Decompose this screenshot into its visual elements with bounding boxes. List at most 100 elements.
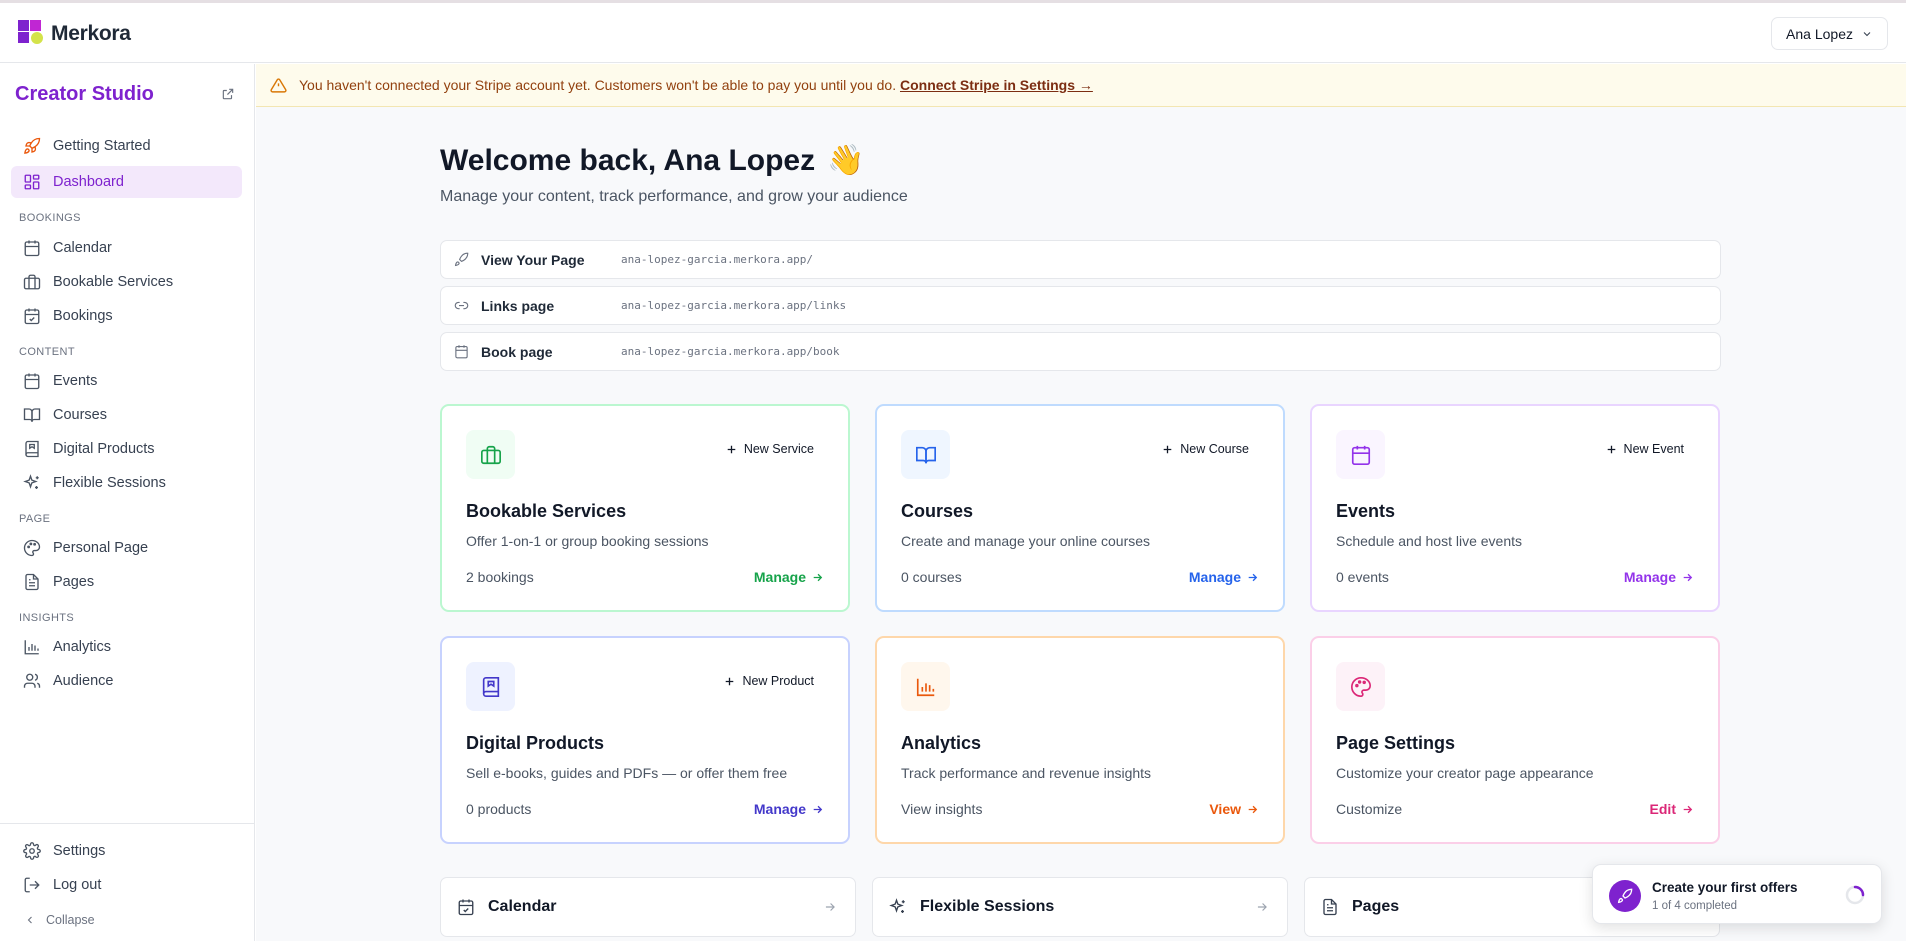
manage-button[interactable]: Manage	[1189, 569, 1259, 585]
top-bar: Merkora Ana Lopez	[0, 3, 1906, 63]
link-row-view-page[interactable]: View Your Page ana-lopez-garcia.merkora.…	[440, 240, 1721, 279]
collapse-button[interactable]: Collapse	[24, 910, 95, 930]
book-open-icon	[23, 406, 41, 424]
rocket-icon	[23, 137, 41, 155]
file-text-icon	[1321, 898, 1339, 916]
quick-link-label: Pages	[1352, 898, 1400, 915]
quick-link-calendar[interactable]: Calendar	[440, 877, 856, 937]
link-row-links-page[interactable]: Links page ana-lopez-garcia.merkora.app/…	[440, 286, 1721, 325]
external-link-icon[interactable]	[221, 87, 235, 101]
warning-icon	[270, 77, 287, 94]
action-label: Edit	[1649, 801, 1676, 817]
card-digital-products[interactable]: New Product Digital Products Sell e-book…	[440, 636, 850, 844]
arrow-right-icon	[811, 803, 824, 816]
sidebar-item-calendar[interactable]: Calendar	[11, 232, 242, 264]
card-description: Create and manage your online courses	[901, 533, 1151, 549]
link-url[interactable]: ana-lopez-garcia.merkora.app/book	[621, 345, 840, 358]
card-page-settings[interactable]: Page Settings Customize your creator pag…	[1310, 636, 1720, 844]
onboarding-toast[interactable]: Create your first offers 1 of 4 complete…	[1592, 864, 1882, 924]
sidebar-item-label: Log out	[53, 877, 102, 893]
sidebar-item-label: Settings	[53, 843, 106, 859]
sidebar-item-label: Calendar	[53, 240, 112, 256]
quick-link-label: Flexible Sessions	[920, 898, 1055, 915]
manage-button[interactable]: Manage	[754, 801, 824, 817]
book-open-icon	[901, 430, 950, 479]
sidebar-item-bookings[interactable]: Bookings	[11, 300, 242, 332]
rocket-icon	[454, 252, 469, 267]
stripe-alert-banner: You haven't connected your Stripe accoun…	[256, 64, 1906, 107]
arrow-right-icon	[823, 900, 837, 914]
connect-stripe-link[interactable]: Connect Stripe in Settings →	[900, 77, 1093, 93]
card-events[interactable]: New Event Events Schedule and host live …	[1310, 404, 1720, 612]
arrow-right-icon	[1255, 900, 1269, 914]
new-product-button[interactable]: New Product	[723, 671, 814, 691]
file-text-icon	[23, 573, 41, 591]
sidebar-item-audience[interactable]: Audience	[11, 665, 242, 697]
book-icon	[23, 440, 41, 458]
new-course-button[interactable]: New Course	[1161, 439, 1249, 459]
sidebar: Creator Studio Getting Started Dashboard…	[0, 64, 255, 941]
calendar-icon	[23, 239, 41, 257]
plus-icon	[1161, 443, 1174, 456]
new-event-button[interactable]: New Event	[1605, 439, 1684, 459]
toast-subtitle: 1 of 4 completed	[1652, 900, 1738, 912]
brand-logo[interactable]: Merkora	[18, 20, 131, 48]
alert-text: You haven't connected your Stripe accoun…	[299, 77, 897, 93]
user-menu-button[interactable]: Ana Lopez	[1771, 17, 1888, 50]
edit-button[interactable]: Edit	[1650, 801, 1694, 817]
card-title: Digital Products	[466, 733, 605, 753]
manage-button[interactable]: Manage	[754, 569, 824, 585]
sidebar-item-logout[interactable]: Log out	[11, 869, 242, 901]
sidebar-item-settings[interactable]: Settings	[11, 835, 242, 867]
page-title: Welcome back, Ana Lopez 👋	[440, 143, 864, 178]
sidebar-item-label: Pages	[53, 574, 95, 590]
link-row-book-page[interactable]: Book page ana-lopez-garcia.merkora.app/b…	[440, 332, 1721, 371]
card-title: Page Settings	[1336, 733, 1456, 753]
sidebar-item-label: Bookable Services	[53, 274, 174, 290]
sidebar-item-pages[interactable]: Pages	[11, 566, 242, 598]
sidebar-item-dashboard[interactable]: Dashboard	[11, 166, 242, 198]
sidebar-item-getting-started[interactable]: Getting Started	[11, 130, 242, 162]
alert-message: You haven't connected your Stripe accoun…	[299, 77, 1093, 93]
sidebar-item-digital-products[interactable]: Digital Products	[11, 433, 242, 465]
card-analytics[interactable]: Analytics Track performance and revenue …	[875, 636, 1285, 844]
sidebar-item-label: Audience	[53, 673, 114, 689]
calendar-check-icon	[457, 898, 475, 916]
sidebar-item-bookable-services[interactable]: Bookable Services	[11, 266, 242, 298]
quick-link-flexible-sessions[interactable]: Flexible Sessions	[872, 877, 1288, 937]
card-count: 0 courses	[901, 569, 962, 585]
card-courses[interactable]: New Course Courses Create and manage you…	[875, 404, 1285, 612]
bar-chart-icon	[901, 662, 950, 711]
new-label: New Product	[742, 674, 814, 688]
sidebar-item-flexible-sessions[interactable]: Flexible Sessions	[11, 467, 242, 499]
link-url[interactable]: ana-lopez-garcia.merkora.app/	[621, 253, 813, 266]
card-count: Customize	[1336, 801, 1403, 817]
sidebar-item-events[interactable]: Events	[11, 365, 242, 397]
section-title-content: CONTENT	[19, 346, 75, 358]
new-service-button[interactable]: New Service	[725, 439, 814, 459]
link-label: View Your Page	[481, 251, 585, 268]
sidebar-item-label: Getting Started	[53, 138, 151, 154]
card-title: Events	[1336, 501, 1396, 521]
card-count: 0 events	[1336, 569, 1389, 585]
new-label: New Course	[1180, 442, 1249, 456]
manage-button[interactable]: Manage	[1624, 569, 1694, 585]
wave-emoji: 👋	[827, 144, 865, 177]
sidebar-item-courses[interactable]: Courses	[11, 399, 242, 431]
plus-icon	[725, 443, 738, 456]
welcome-heading: Welcome back, Ana Lopez	[440, 143, 816, 177]
card-bookable-services[interactable]: New Service Bookable Services Offer 1-on…	[440, 404, 850, 612]
sidebar-item-personal-page[interactable]: Personal Page	[11, 532, 242, 564]
collapse-label: Collapse	[46, 913, 95, 927]
sidebar-item-label: Personal Page	[53, 540, 149, 556]
link-url[interactable]: ana-lopez-garcia.merkora.app/links	[621, 299, 846, 312]
toast-title: Create your first offers	[1652, 880, 1798, 895]
card-title: Analytics	[901, 733, 982, 753]
main-content: You haven't connected your Stripe accoun…	[256, 64, 1906, 941]
view-button[interactable]: View	[1209, 801, 1259, 817]
sidebar-item-label: Dashboard	[53, 174, 124, 190]
link-label: Links page	[481, 297, 555, 314]
sidebar-item-analytics[interactable]: Analytics	[11, 631, 242, 663]
briefcase-icon	[466, 430, 515, 479]
section-title-page: PAGE	[19, 513, 51, 525]
